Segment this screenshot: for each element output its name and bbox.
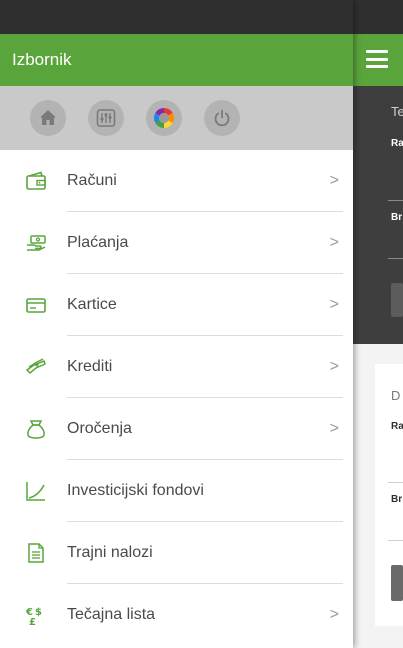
document-icon — [24, 541, 48, 565]
menu-item-racuni[interactable]: Računi > — [0, 150, 353, 212]
menu-item-label: Investicijski fondovi — [67, 482, 204, 499]
svg-text:$: $ — [35, 607, 42, 618]
background-account-label: Ra — [391, 421, 403, 432]
menu-item-trajni-nalozi[interactable]: Trajni nalozi — [0, 522, 353, 584]
hamburger-menu-icon[interactable] — [366, 50, 388, 68]
menu-item-label: Računi — [67, 172, 117, 189]
background-divider — [388, 482, 403, 483]
wallet-icon — [24, 169, 48, 193]
drawer-header: Izbornik — [0, 34, 353, 86]
background-divider — [388, 258, 403, 259]
money-loan-icon — [24, 355, 48, 379]
menu-item-kartice[interactable]: Kartice > — [0, 274, 353, 336]
menu-item-label: Kartice — [67, 296, 117, 313]
navigation-drawer: Izbornik Računi > Plaćanja > Kartice > K… — [0, 0, 353, 648]
background-action-button[interactable] — [391, 565, 403, 601]
background-section-heading: Te — [391, 104, 403, 119]
quick-actions-bar — [0, 86, 353, 150]
background-balance-label: Br — [391, 494, 403, 505]
background-divider — [388, 200, 403, 201]
background-action-button[interactable] — [391, 283, 403, 317]
background-balance-label: Br — [391, 212, 403, 223]
home-button[interactable] — [30, 100, 66, 136]
menu-item-label: Krediti — [67, 358, 113, 375]
home-icon — [40, 110, 56, 125]
menu-item-tecajna-lista[interactable]: € $ £ Tečajna lista > — [0, 584, 353, 646]
chevron-right-icon: > — [329, 358, 339, 375]
background-status-bar — [353, 0, 403, 34]
chevron-right-icon: > — [329, 296, 339, 313]
theme-button[interactable] — [146, 100, 182, 136]
logout-button[interactable] — [204, 100, 240, 136]
currency-exchange-icon: € $ £ — [24, 603, 48, 627]
menu-item-label: Plaćanja — [67, 234, 129, 251]
drawer-menu: Računi > Plaćanja > Kartice > Krediti > … — [0, 150, 353, 646]
background-section-heading: D — [391, 388, 401, 403]
color-wheel-icon — [154, 108, 174, 128]
drawer-title: Izbornik — [12, 50, 72, 69]
chevron-right-icon: > — [329, 420, 339, 437]
card-icon — [24, 293, 48, 317]
menu-item-orocenja[interactable]: Oročenja > — [0, 398, 353, 460]
svg-text:£: £ — [29, 617, 36, 626]
menu-item-investicijski-fondovi[interactable]: Investicijski fondovi — [0, 460, 353, 522]
settings-button[interactable] — [88, 100, 124, 136]
growth-chart-icon — [24, 479, 48, 503]
chevron-right-icon: > — [329, 234, 339, 251]
chevron-right-icon: > — [329, 606, 339, 623]
settings-sliders-icon — [96, 109, 116, 127]
money-bag-icon — [24, 417, 48, 441]
payment-hand-icon — [24, 231, 48, 255]
menu-item-placanja[interactable]: Plaćanja > — [0, 212, 353, 274]
chevron-right-icon: > — [329, 172, 339, 189]
status-bar — [0, 0, 353, 34]
menu-item-label: Tečajna lista — [67, 606, 156, 623]
background-divider — [388, 540, 403, 541]
background-account-label: Ra — [391, 138, 403, 149]
menu-item-krediti[interactable]: Krediti > — [0, 336, 353, 398]
menu-item-label: Oročenja — [67, 420, 132, 437]
menu-item-label: Trajni nalozi — [67, 544, 153, 561]
power-icon — [214, 109, 230, 127]
